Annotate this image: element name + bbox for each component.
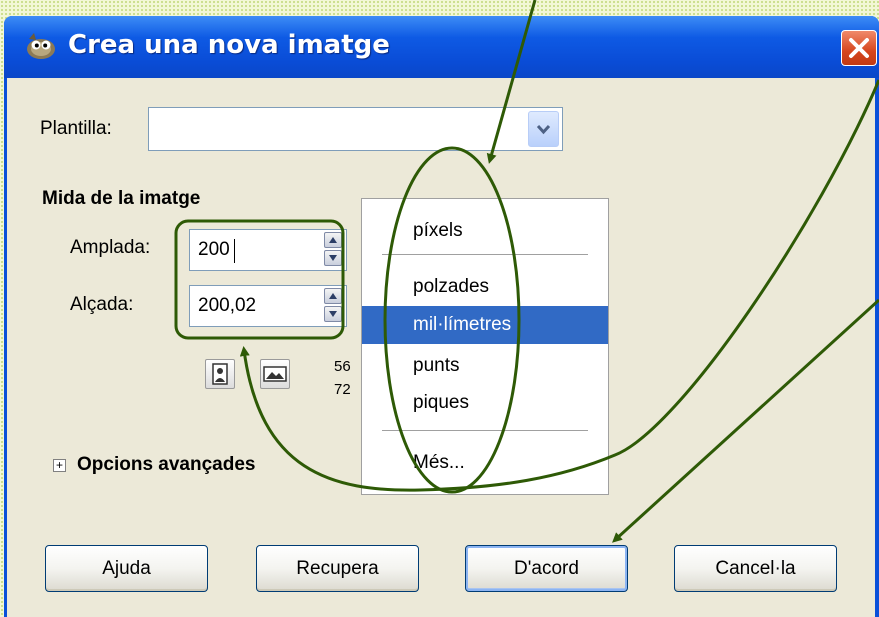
- width-value: 200: [198, 239, 230, 260]
- unit-option-points[interactable]: punts: [362, 347, 608, 385]
- spin-up-icon[interactable]: [324, 232, 342, 248]
- template-combobox[interactable]: [148, 107, 563, 151]
- spin-up-icon[interactable]: [324, 288, 342, 304]
- dialog-window: Crea una nova imatge Plantilla: Mida de …: [4, 16, 879, 617]
- cancel-button[interactable]: Cancel·la: [674, 545, 837, 592]
- height-value: 200,02: [198, 295, 257, 316]
- resolution-x-value: 56: [334, 358, 351, 375]
- close-icon: [849, 38, 869, 58]
- width-label: Amplada:: [70, 237, 151, 258]
- ok-button[interactable]: D'acord: [465, 545, 628, 592]
- help-button[interactable]: Ajuda: [45, 545, 208, 592]
- template-label: Plantilla:: [40, 118, 112, 139]
- menu-separator: [382, 254, 588, 255]
- width-spin-arrows[interactable]: [324, 232, 344, 268]
- portrait-button[interactable]: [205, 359, 235, 389]
- unit-dropdown-menu: píxels polzades mil·límetres punts pique…: [361, 198, 609, 495]
- unit-option-pixels[interactable]: píxels: [362, 212, 608, 250]
- combo-dropdown-button[interactable]: [528, 111, 559, 147]
- expander-plus-icon[interactable]: +: [53, 459, 66, 472]
- gimp-wilber-icon: [27, 33, 55, 59]
- resolution-y-value: 72: [334, 381, 351, 398]
- portrait-orientation-icon: [212, 363, 228, 385]
- spin-down-icon[interactable]: [324, 250, 342, 266]
- unit-option-millimeters[interactable]: mil·límetres: [362, 306, 608, 344]
- reset-button[interactable]: Recupera: [256, 545, 419, 592]
- title-bar[interactable]: Crea una nova imatge: [4, 16, 879, 78]
- menu-separator: [382, 430, 588, 431]
- dialog-body: Plantilla: Mida de la imatge Amplada: 20…: [7, 78, 875, 617]
- unit-option-more[interactable]: Més...: [362, 444, 608, 482]
- height-label: Alçada:: [70, 294, 134, 315]
- landscape-button[interactable]: [260, 359, 290, 389]
- width-spinbutton[interactable]: 200: [189, 229, 347, 271]
- unit-option-inches[interactable]: polzades: [362, 268, 608, 306]
- advanced-options-toggle[interactable]: Opcions avançades: [77, 454, 255, 476]
- close-button[interactable]: [841, 30, 877, 66]
- height-spin-arrows[interactable]: [324, 288, 344, 324]
- spin-down-icon[interactable]: [324, 306, 342, 322]
- text-cursor: [234, 239, 235, 263]
- height-spinbutton[interactable]: 200,02: [189, 285, 347, 327]
- landscape-orientation-icon: [263, 366, 287, 382]
- window-title: Crea una nova imatge: [68, 30, 390, 60]
- chevron-down-icon: [536, 124, 551, 135]
- unit-option-picas[interactable]: piques: [362, 384, 608, 422]
- image-size-heading: Mida de la imatge: [42, 188, 201, 209]
